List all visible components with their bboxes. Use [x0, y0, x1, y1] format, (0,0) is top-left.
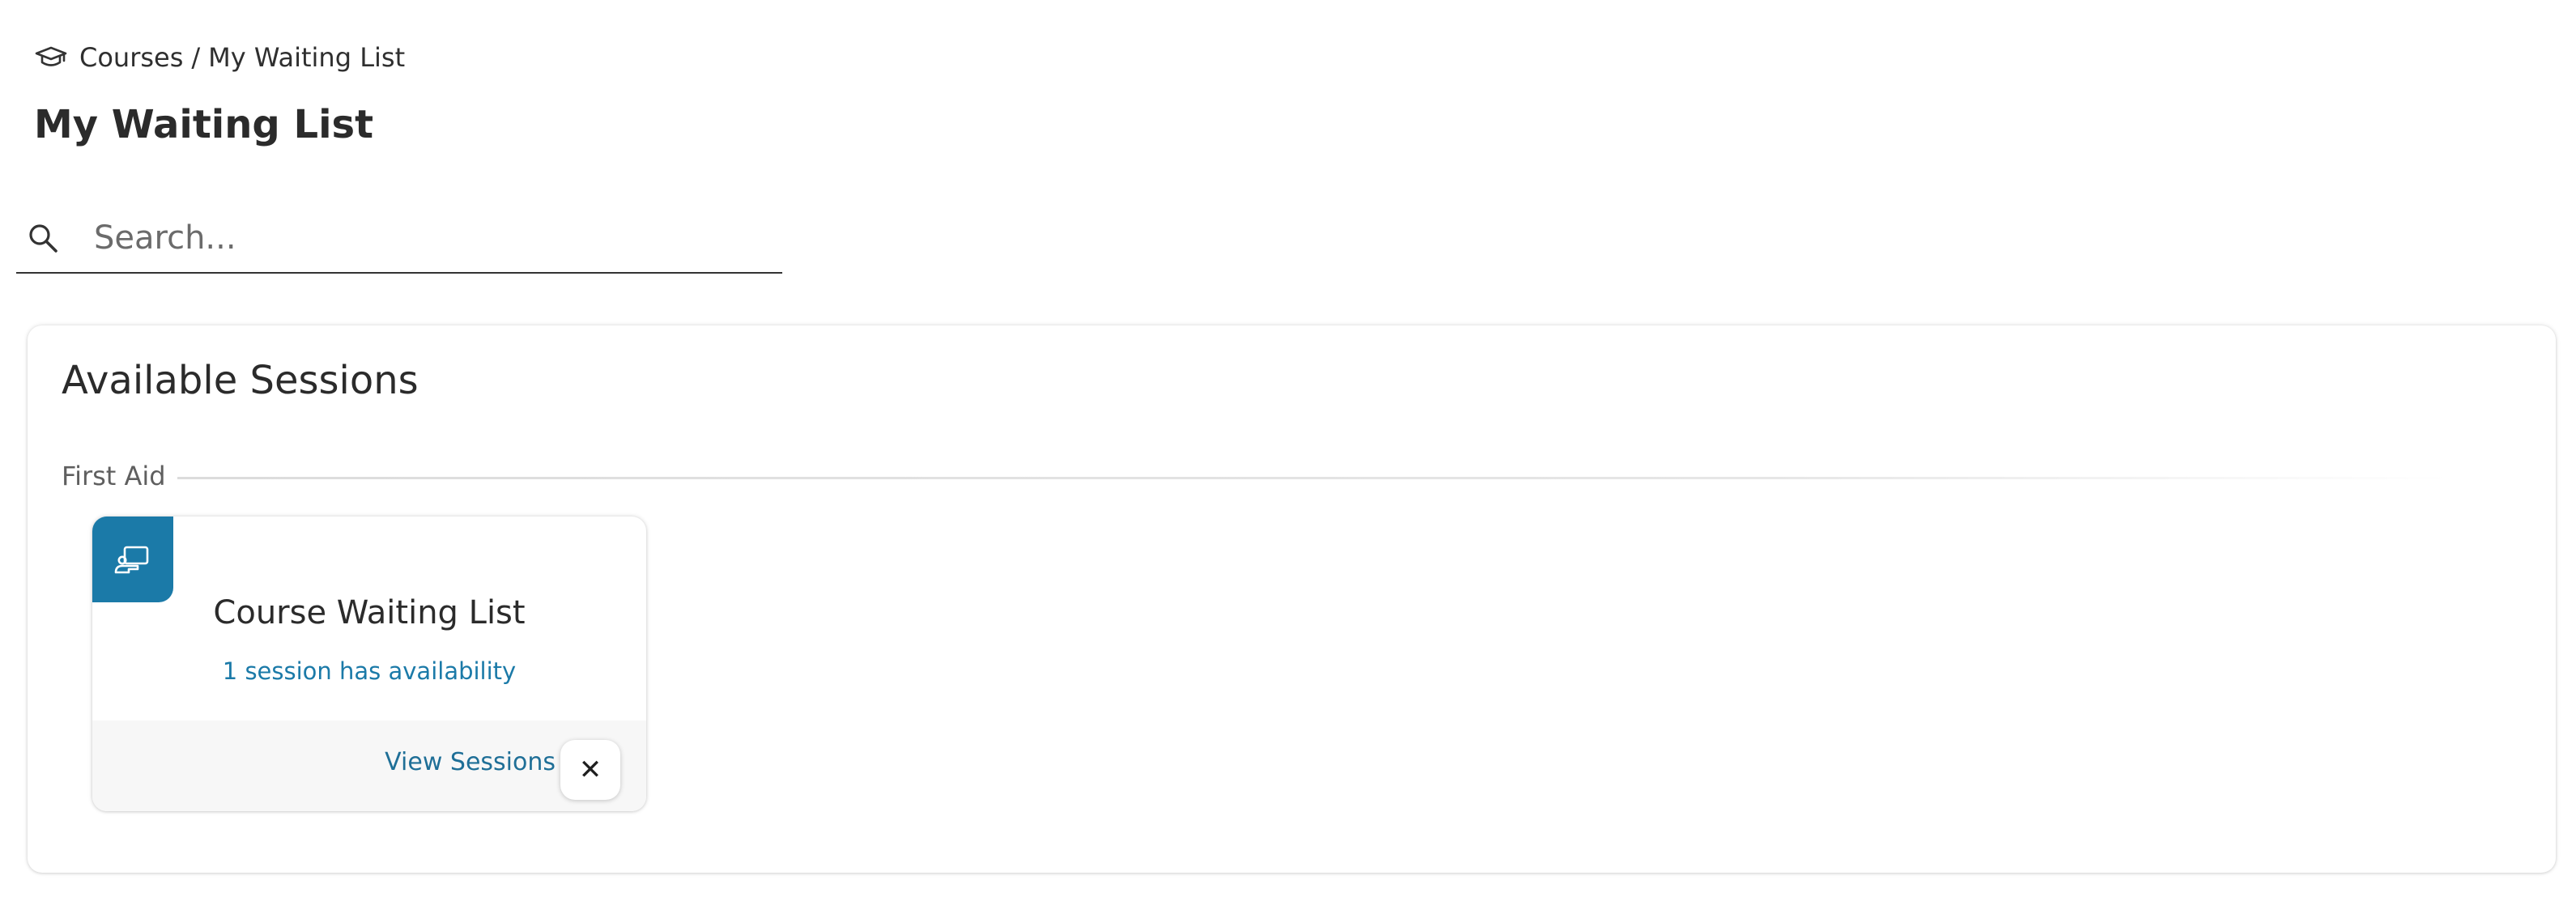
availability-status: 1 session has availability [222, 657, 517, 685]
course-card: Course Waiting List 1 session has availa… [92, 517, 646, 811]
card-title: Course Waiting List [213, 594, 526, 631]
presentation-board-icon [92, 517, 173, 602]
close-icon: ✕ [578, 754, 602, 786]
card-footer: View Sessions ✕ [92, 721, 646, 811]
group-divider [177, 476, 2450, 479]
search-input[interactable] [94, 210, 758, 266]
graduation-cap-icon [34, 44, 70, 71]
breadcrumb: Courses / My Waiting List [34, 37, 405, 78]
group-header: First Aid [62, 460, 2450, 492]
available-sessions-panel: Available Sessions First Aid Course Wait… [28, 325, 2556, 873]
search-bar [16, 204, 782, 274]
page-title: My Waiting List [34, 102, 374, 147]
remove-button[interactable]: ✕ [560, 740, 620, 800]
group-label: First Aid [62, 461, 166, 491]
breadcrumb-link-courses[interactable]: Courses [79, 42, 183, 73]
breadcrumb-current: My Waiting List [208, 42, 406, 73]
breadcrumb-separator: / [191, 42, 201, 73]
panel-title: Available Sessions [62, 358, 419, 403]
search-icon [24, 219, 62, 257]
view-sessions-link[interactable]: View Sessions [385, 748, 556, 776]
